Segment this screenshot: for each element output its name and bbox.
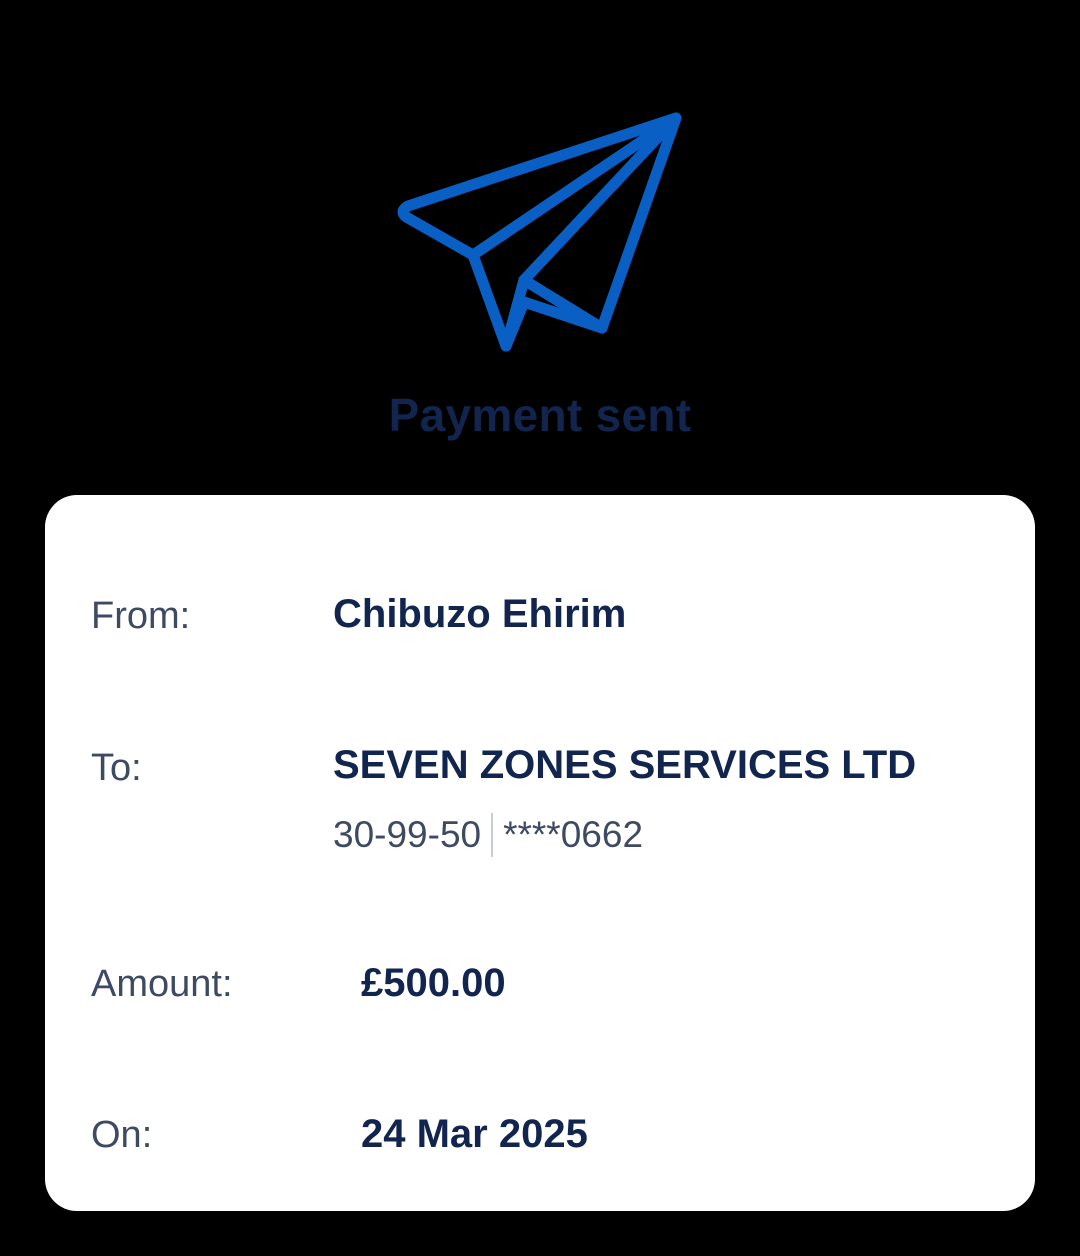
- payment-sent-title: Payment sent: [388, 389, 692, 441]
- amount-label: Amount:: [91, 963, 233, 1005]
- on-label: On:: [91, 1114, 153, 1156]
- from-value: Chibuzo Ehirim: [333, 592, 627, 636]
- payment-details-card: From: Chibuzo Ehirim To: SEVEN ZONES SER…: [45, 495, 1035, 1211]
- date-value: 24 Mar 2025: [361, 1112, 588, 1156]
- to-label: To:: [91, 747, 142, 789]
- account-divider: [491, 813, 494, 857]
- payment-confirmation-screen: Payment sent From: Chibuzo Ehirim To: SE…: [0, 0, 1080, 1256]
- account-number-masked: ****0662: [503, 814, 644, 855]
- from-label: From:: [91, 595, 191, 637]
- amount-value: £500.00: [361, 961, 506, 1005]
- sort-code: 30-99-50: [333, 814, 482, 855]
- paper-plane-icon: [394, 108, 686, 356]
- to-value: SEVEN ZONES SERVICES LTD: [333, 743, 917, 787]
- payee-account-details: 30-99-50 ****0662: [333, 813, 643, 857]
